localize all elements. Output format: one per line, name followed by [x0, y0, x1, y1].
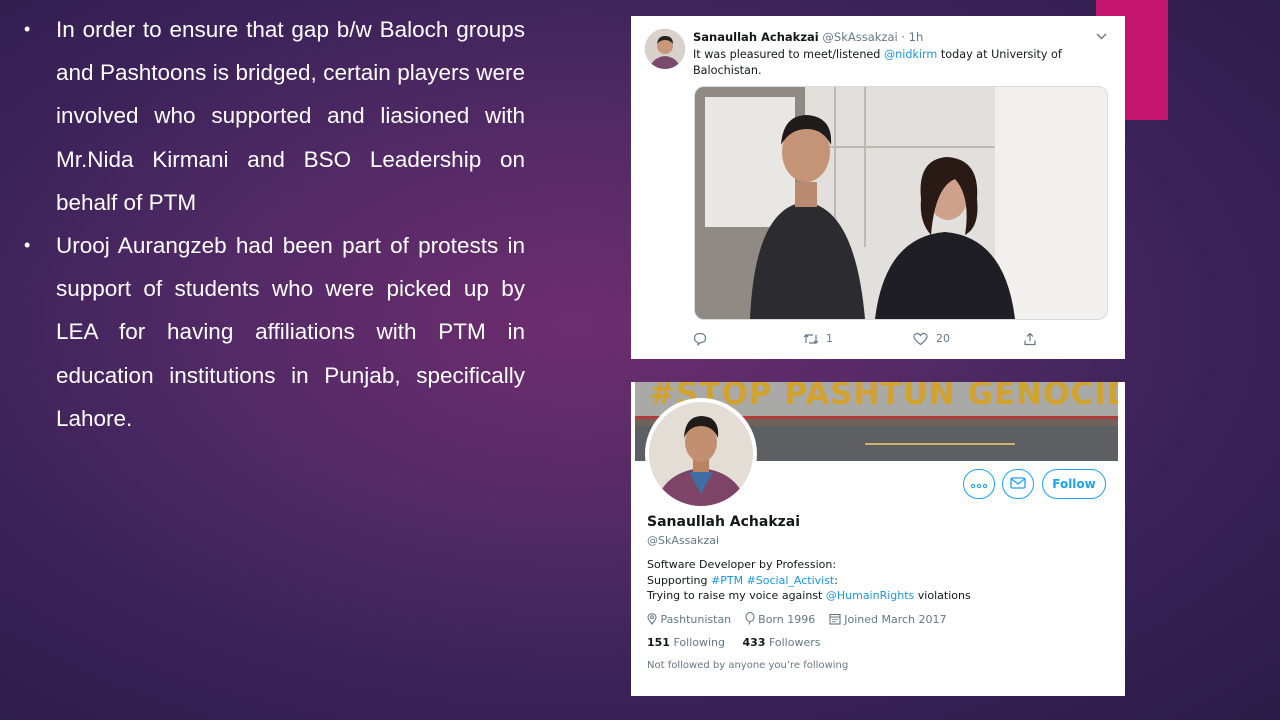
- followers-link[interactable]: 433 Followers: [742, 636, 820, 649]
- profile-card: #STOP PASHTUN GENOCIDE Follow Sanaullah …: [631, 382, 1125, 696]
- bio-mention-link[interactable]: @HumainRights: [826, 589, 914, 602]
- tweet-card: Sanaullah Achakzai @SkAssakzai · 1h It w…: [631, 16, 1125, 359]
- following-link[interactable]: 151 Following: [647, 636, 725, 649]
- tweet-mention-link[interactable]: @nidkirm: [884, 48, 937, 61]
- following-count: 151: [647, 636, 670, 649]
- bio-text: Trying to raise my voice against: [647, 589, 826, 602]
- bullet-item: • In order to ensure that gap b/w Baloch…: [22, 8, 525, 224]
- follow-button[interactable]: Follow: [1042, 469, 1106, 499]
- tweet-text: It was pleasured to meet/listened @nidki…: [693, 47, 1093, 79]
- following-label: Following: [673, 636, 725, 649]
- followers-count: 433: [742, 636, 766, 649]
- more-icon: [970, 477, 988, 491]
- location-text: Pashtunistan: [660, 613, 732, 626]
- tweet-photo[interactable]: [694, 86, 1108, 320]
- followed-by-note: Not followed by anyone you’re following: [647, 660, 849, 671]
- mail-icon: [1010, 476, 1026, 492]
- tweet-author-handle[interactable]: @SkAssakzai: [822, 30, 897, 44]
- message-button[interactable]: [1002, 469, 1034, 499]
- born-item: Born 1996: [745, 611, 819, 626]
- profile-follow-stats: 151 Following 433 Followers: [647, 636, 820, 649]
- profile-name: Sanaullah Achakzai: [647, 514, 801, 530]
- tweet-author-name[interactable]: Sanaullah Achakzai: [693, 30, 819, 44]
- bullet-text: Urooj Aurangzeb had been part of protest…: [56, 233, 525, 431]
- bio-line: Software Developer by Profession:: [647, 558, 837, 571]
- like-count: 20: [936, 332, 950, 345]
- profile-handle: @SkAssakzai: [647, 534, 720, 547]
- profile-avatar-image: [649, 402, 753, 506]
- location-item: Pashtunistan: [647, 613, 735, 626]
- retweet-count: 1: [826, 332, 833, 345]
- bio-text: :: [834, 573, 838, 587]
- bullet-dot: •: [24, 235, 31, 256]
- bio-text: Supporting: [647, 573, 711, 587]
- avatar[interactable]: [645, 398, 757, 510]
- share-icon[interactable]: [1023, 332, 1037, 349]
- calendar-icon: [829, 613, 841, 626]
- tweet-text-before: It was pleasured to meet/listened: [693, 48, 884, 61]
- joined-item: Joined March 2017: [829, 613, 947, 626]
- bullet-text: In order to ensure that gap b/w Baloch g…: [56, 17, 525, 215]
- profile-meta: Pashtunistan Born 1996 Joined March 2017: [647, 611, 957, 626]
- profile-bio: Software Developer by Profession: Suppor…: [647, 557, 1107, 604]
- tweet-photo-image: [695, 87, 1107, 319]
- location-pin-icon: [647, 613, 657, 626]
- tweet-actions: 1 20: [693, 332, 1113, 348]
- like-icon[interactable]: [913, 332, 928, 349]
- born-text: Born 1996: [758, 613, 816, 626]
- bio-hashtag-link[interactable]: #PTM #Social_Activist: [711, 574, 834, 587]
- avatar-image: [645, 29, 685, 69]
- bullet-list: • In order to ensure that gap b/w Baloch…: [22, 8, 525, 440]
- more-options-button[interactable]: [963, 469, 995, 499]
- avatar[interactable]: [645, 29, 685, 69]
- chevron-down-icon[interactable]: [1096, 29, 1107, 43]
- joined-text: Joined March 2017: [844, 613, 947, 626]
- tweet-timestamp[interactable]: · 1h: [901, 30, 923, 44]
- tweet-header: Sanaullah Achakzai @SkAssakzai · 1h: [693, 30, 923, 44]
- bio-line: Trying to raise my voice against @Humain…: [647, 588, 1107, 604]
- bio-text: violations: [914, 589, 971, 602]
- bio-line: Supporting #PTM #Social_Activist:: [647, 573, 1107, 589]
- bullet-item: • Urooj Aurangzeb had been part of prote…: [22, 224, 525, 440]
- bullet-dot: •: [24, 19, 31, 39]
- retweet-icon[interactable]: [803, 332, 819, 349]
- balloon-icon: [745, 611, 755, 626]
- followers-label: Followers: [768, 636, 821, 649]
- reply-icon[interactable]: [693, 332, 707, 349]
